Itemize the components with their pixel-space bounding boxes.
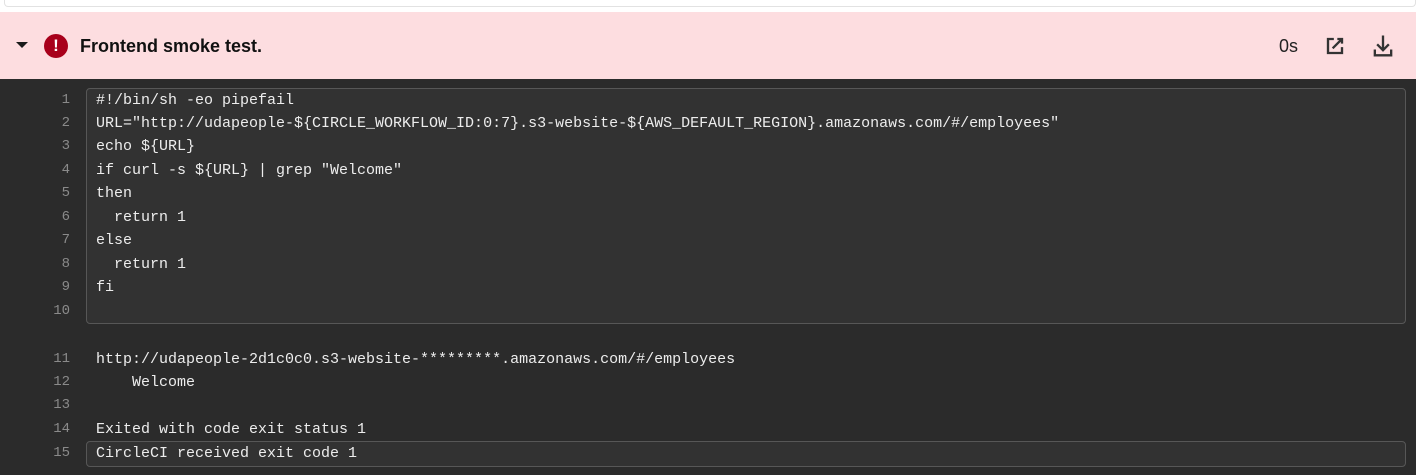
line-text: Welcome xyxy=(96,374,196,391)
line-text: echo ${URL} xyxy=(96,138,196,155)
step-header[interactable]: ! Frontend smoke test. 0s xyxy=(0,12,1416,79)
code-line: 3 echo ${URL} xyxy=(0,135,1416,158)
code-line: 8 return 1 xyxy=(0,253,1416,276)
line-number: 5 xyxy=(61,185,70,201)
line-text: then xyxy=(96,185,133,202)
step-title: Frontend smoke test. xyxy=(80,36,263,56)
line-number: 9 xyxy=(61,279,70,295)
line-number: 7 xyxy=(61,232,70,248)
line-number: 4 xyxy=(61,162,70,178)
line-number: 1 xyxy=(61,92,70,108)
line-text: http://udapeople-2d1c0c0.s3-website-****… xyxy=(96,351,736,368)
code-line: 7 else xyxy=(0,229,1416,252)
line-text: else xyxy=(96,232,133,249)
output-line: 13 xyxy=(0,394,1416,417)
line-number: 11 xyxy=(53,351,70,367)
code-line: 10 xyxy=(0,300,1416,323)
line-number: 3 xyxy=(61,138,70,154)
error-icon: ! xyxy=(44,34,68,58)
line-text: if curl -s ${URL} | grep "Welcome" xyxy=(96,162,403,179)
output-line: 14 Exited with code exit status 1 xyxy=(0,418,1416,441)
line-number: 14 xyxy=(53,421,70,437)
line-number: 15 xyxy=(53,445,70,461)
step-output: 1 #!/bin/sh -eo pipefail 2 URL="http://uda… xyxy=(0,79,1416,475)
open-external-icon[interactable] xyxy=(1321,32,1349,60)
line-number: 13 xyxy=(53,397,70,413)
line-text: return 1 xyxy=(96,256,187,273)
line-number: 10 xyxy=(53,303,70,319)
line-text: URL="http://udapeople-${CIRCLE_WORKFLOW_… xyxy=(96,115,1060,132)
line-number: 12 xyxy=(53,374,70,390)
step-duration: 0s xyxy=(1279,36,1299,56)
line-number: 2 xyxy=(61,115,70,131)
code-line: 1 #!/bin/sh -eo pipefail xyxy=(0,89,1416,112)
line-text: CircleCI received exit code 1 xyxy=(96,445,358,462)
output-line: 11 http://udapeople-2d1c0c0.s3-website-**… xyxy=(0,348,1416,371)
code-line: 9 fi xyxy=(0,276,1416,299)
output-line: 12 Welcome xyxy=(0,371,1416,394)
previous-step-card-edge xyxy=(4,0,1416,7)
exit-code-line: 15 CircleCI received exit code 1 xyxy=(0,442,1416,465)
line-number: 8 xyxy=(61,256,70,272)
scrollbar[interactable] xyxy=(1416,0,1428,475)
download-icon[interactable] xyxy=(1369,32,1397,60)
previous-step-card xyxy=(0,0,1428,12)
code-line: 5 then xyxy=(0,182,1416,205)
chevron-down-icon[interactable] xyxy=(16,42,28,48)
line-text: fi xyxy=(96,279,115,296)
code-line: 2 URL="http://udapeople-${CIRCLE_WORKFLOW… xyxy=(0,112,1416,135)
code-line: 4 if curl -s ${URL} | grep "Welcome" xyxy=(0,159,1416,182)
line-number: 6 xyxy=(61,209,70,225)
line-text: Exited with code exit status 1 xyxy=(96,421,367,438)
line-text: return 1 xyxy=(96,209,187,226)
code-line: 6 return 1 xyxy=(0,206,1416,229)
line-text: #!/bin/sh -eo pipefail xyxy=(96,92,295,109)
